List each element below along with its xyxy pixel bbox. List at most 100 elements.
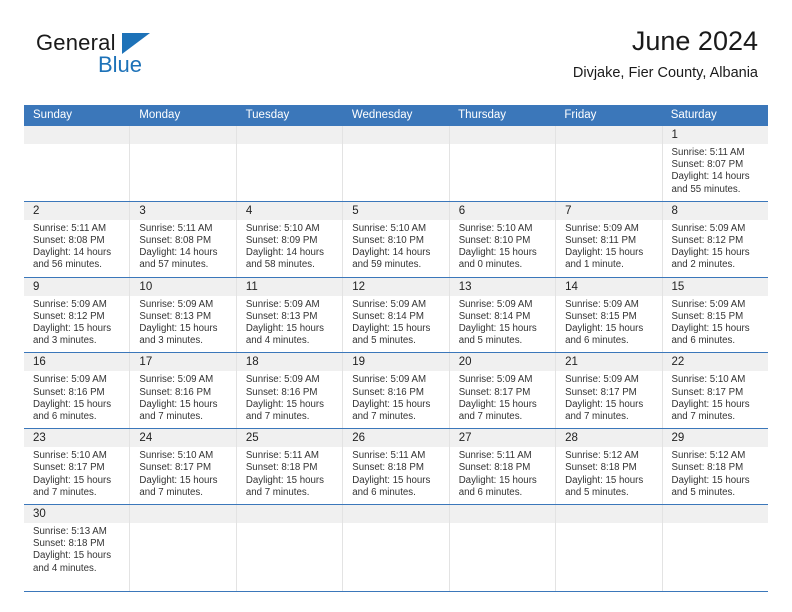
day-cell[interactable]: 2 Sunrise: 5:11 AM Sunset: 8:08 PM Daylight… bbox=[24, 201, 131, 277]
daylight-text-line2: and 7 minutes. bbox=[671, 411, 736, 423]
day-number: 23 bbox=[24, 429, 130, 448]
calendar-page: General Blue June 2024 Divjake, Fier Cou… bbox=[0, 0, 792, 612]
daylight-text-line2: and 5 minutes. bbox=[458, 335, 523, 347]
day-number: 15 bbox=[662, 277, 768, 296]
day-cell[interactable]: 3 Sunrise: 5:11 AM Sunset: 8:08 PM Daylight… bbox=[130, 201, 237, 277]
day-details: Sunrise: 5:09 AM Sunset: 8:14 PM Daylight:… bbox=[343, 296, 448, 353]
day-details: Sunrise: 5:10 AM Sunset: 8:09 PM Daylight:… bbox=[237, 220, 342, 277]
sunrise-text: Sunrise: 5:11 AM bbox=[245, 450, 319, 462]
sunset-text: Sunset: 8:08 PM bbox=[33, 235, 105, 247]
title-block: June 2024 Divjake, Fier County, Albania bbox=[573, 24, 758, 82]
sunrise-text: Sunrise: 5:09 AM bbox=[458, 298, 533, 310]
day-cell[interactable]: 18 Sunrise: 5:09 AM Sunset: 8:16 PM Dayligh… bbox=[236, 353, 344, 429]
sunrise-text: Sunrise: 5:10 AM bbox=[671, 374, 746, 386]
daylight-text-line1: Daylight: 14 hours bbox=[671, 171, 750, 183]
day-cell[interactable]: 5 Sunrise: 5:10 AM Sunset: 8:10 PM Daylight… bbox=[343, 201, 450, 277]
sunrise-text: Sunrise: 5:12 AM bbox=[671, 450, 746, 462]
sunset-text: Sunset: 8:18 PM bbox=[458, 462, 531, 474]
sunset-text: Sunset: 8:16 PM bbox=[245, 386, 318, 398]
day-cell[interactable]: 24 Sunrise: 5:10 AM Sunset: 8:17 PM Dayligh… bbox=[130, 429, 237, 505]
sunset-text: Sunset: 8:13 PM bbox=[245, 310, 318, 322]
day-number: 14 bbox=[556, 277, 662, 296]
daylight-text-line2: and 4 minutes. bbox=[245, 335, 310, 347]
day-cell[interactable]: 14 Sunrise: 5:09 AM Sunset: 8:15 PM Dayligh… bbox=[556, 277, 663, 353]
day-cell[interactable]: 6 Sunrise: 5:10 AM Sunset: 8:10 PM Daylight… bbox=[449, 201, 557, 277]
day-cell[interactable]: 13 Sunrise: 5:09 AM Sunset: 8:14 PM Dayligh… bbox=[449, 277, 557, 353]
day-cell[interactable]: 15 Sunrise: 5:09 AM Sunset: 8:15 PM Dayligh… bbox=[662, 277, 768, 353]
day-cell[interactable]: 11 Sunrise: 5:09 AM Sunset: 8:13 PM Dayligh… bbox=[236, 277, 344, 353]
day-cell[interactable]: 12 Sunrise: 5:09 AM Sunset: 8:14 PM Dayligh… bbox=[343, 277, 450, 353]
day-details: Sunrise: 5:11 AM Sunset: 8:07 PM Daylight:… bbox=[663, 144, 768, 201]
day-number: 26 bbox=[343, 429, 449, 448]
day-cell[interactable]: 7 Sunrise: 5:09 AM Sunset: 8:11 PM Daylight… bbox=[556, 201, 663, 277]
daylight-text-line1: Daylight: 14 hours bbox=[33, 247, 112, 259]
sunset-text: Sunset: 8:18 PM bbox=[565, 462, 637, 474]
day-cell[interactable]: 27 Sunrise: 5:11 AM Sunset: 8:18 PM Dayligh… bbox=[449, 429, 557, 505]
day-cell[interactable]: 30 Sunrise: 5:13 AM Sunset: 8:18 PM Dayligh… bbox=[24, 505, 131, 592]
daylight-text-line1: Daylight: 15 hours bbox=[565, 247, 644, 259]
day-details: Sunrise: 5:09 AM Sunset: 8:16 PM Daylight:… bbox=[343, 371, 448, 428]
day-details: Sunrise: 5:13 AM Sunset: 8:18 PM Daylight:… bbox=[24, 523, 129, 580]
day-details: Sunrise: 5:11 AM Sunset: 8:18 PM Daylight:… bbox=[343, 447, 448, 504]
sunrise-text: Sunrise: 5:10 AM bbox=[352, 222, 427, 234]
day-cell-empty bbox=[556, 126, 663, 201]
day-number: 2 bbox=[24, 201, 130, 220]
daylight-text-line1: Daylight: 15 hours bbox=[139, 398, 218, 410]
day-cell[interactable]: 10 Sunrise: 5:09 AM Sunset: 8:13 PM Dayligh… bbox=[130, 277, 237, 353]
sunrise-text: Sunrise: 5:11 AM bbox=[352, 450, 426, 462]
day-number: 11 bbox=[236, 277, 343, 296]
daylight-text-line1: Daylight: 15 hours bbox=[139, 474, 218, 486]
daylight-text-line2: and 2 minutes. bbox=[671, 259, 736, 271]
day-cell[interactable]: 16 Sunrise: 5:09 AM Sunset: 8:16 PM Dayligh… bbox=[24, 353, 131, 429]
calendar-week-row: 1 Sunrise: 5:11 AM Sunset: 8:07 PM Daylight… bbox=[24, 126, 768, 202]
weekday-saturday: Saturday bbox=[670, 109, 717, 121]
weekday-monday: Monday bbox=[139, 109, 181, 121]
day-cell[interactable]: 17 Sunrise: 5:09 AM Sunset: 8:16 PM Dayligh… bbox=[130, 353, 237, 429]
day-details: Sunrise: 5:10 AM Sunset: 8:10 PM Daylight:… bbox=[450, 220, 555, 277]
day-cell[interactable]: 20 Sunrise: 5:09 AM Sunset: 8:17 PM Dayligh… bbox=[449, 353, 557, 429]
sunrise-text: Sunrise: 5:10 AM bbox=[245, 222, 320, 234]
day-cell[interactable]: 25 Sunrise: 5:11 AM Sunset: 8:18 PM Dayligh… bbox=[236, 429, 344, 505]
day-cell[interactable]: 8 Sunrise: 5:09 AM Sunset: 8:12 PM Daylight… bbox=[662, 201, 768, 277]
day-cell[interactable]: 9 Sunrise: 5:09 AM Sunset: 8:12 PM Daylight… bbox=[24, 277, 131, 353]
day-cell-empty bbox=[130, 505, 237, 592]
sunrise-text: Sunrise: 5:09 AM bbox=[352, 374, 427, 386]
day-cell[interactable]: 21 Sunrise: 5:09 AM Sunset: 8:17 PM Dayligh… bbox=[556, 353, 663, 429]
weekday-friday: Friday bbox=[564, 109, 597, 121]
day-number: 21 bbox=[556, 353, 662, 372]
sunrise-text: Sunrise: 5:09 AM bbox=[671, 298, 746, 310]
day-number bbox=[556, 505, 662, 524]
day-details: Sunrise: 5:09 AM Sunset: 8:16 PM Daylight:… bbox=[130, 371, 235, 428]
day-cell[interactable]: 26 Sunrise: 5:11 AM Sunset: 8:18 PM Dayligh… bbox=[343, 429, 450, 505]
daylight-text-line1: Daylight: 14 hours bbox=[245, 247, 324, 259]
sunset-text: Sunset: 8:11 PM bbox=[565, 235, 637, 247]
daylight-text-line1: Daylight: 14 hours bbox=[352, 247, 431, 259]
day-number: 17 bbox=[130, 353, 236, 372]
day-details: Sunrise: 5:11 AM Sunset: 8:18 PM Daylight:… bbox=[237, 447, 342, 504]
sunrise-text: Sunrise: 5:11 AM bbox=[458, 450, 532, 462]
day-cell[interactable]: 1 Sunrise: 5:11 AM Sunset: 8:07 PM Daylight… bbox=[662, 126, 768, 201]
generalblue-logo[interactable]: General Blue bbox=[36, 30, 216, 92]
day-cell[interactable]: 4 Sunrise: 5:10 AM Sunset: 8:09 PM Daylight… bbox=[236, 201, 344, 277]
day-cell[interactable]: 23 Sunrise: 5:10 AM Sunset: 8:17 PM Dayligh… bbox=[24, 429, 131, 505]
daylight-text-line2: and 7 minutes. bbox=[245, 486, 310, 498]
day-cell-empty bbox=[236, 126, 344, 201]
calendar-weeks: 1 Sunrise: 5:11 AM Sunset: 8:07 PM Daylight… bbox=[24, 126, 768, 593]
day-cell-empty bbox=[343, 126, 450, 201]
day-cell[interactable]: 19 Sunrise: 5:09 AM Sunset: 8:16 PM Dayligh… bbox=[343, 353, 450, 429]
daylight-text-line2: and 7 minutes. bbox=[565, 411, 629, 423]
sunset-text: Sunset: 8:18 PM bbox=[33, 538, 105, 550]
sunrise-text: Sunrise: 5:09 AM bbox=[565, 222, 639, 234]
day-cell[interactable]: 22 Sunrise: 5:10 AM Sunset: 8:17 PM Dayligh… bbox=[662, 353, 768, 429]
logo-triangle-icon bbox=[122, 33, 150, 54]
day-number: 29 bbox=[662, 429, 768, 448]
sunset-text: Sunset: 8:14 PM bbox=[458, 310, 531, 322]
sunrise-text: Sunrise: 5:09 AM bbox=[33, 298, 107, 310]
day-number: 5 bbox=[343, 201, 449, 220]
day-details: Sunrise: 5:09 AM Sunset: 8:15 PM Daylight:… bbox=[556, 296, 661, 353]
day-cell-empty bbox=[24, 126, 131, 201]
day-cell[interactable]: 28 Sunrise: 5:12 AM Sunset: 8:18 PM Dayligh… bbox=[556, 429, 663, 505]
day-details: Sunrise: 5:10 AM Sunset: 8:17 PM Daylight:… bbox=[24, 447, 129, 504]
sunset-text: Sunset: 8:16 PM bbox=[33, 386, 105, 398]
day-cell[interactable]: 29 Sunrise: 5:12 AM Sunset: 8:18 PM Dayligh… bbox=[662, 429, 768, 505]
